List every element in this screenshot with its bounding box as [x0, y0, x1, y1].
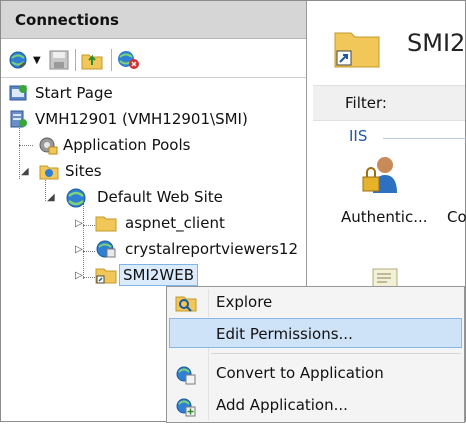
sites-folder-icon [39, 161, 59, 188]
aspnet-client-label: aspnet_client [125, 214, 225, 232]
server-icon [9, 109, 29, 136]
connections-toolbar: ▼ [9, 47, 299, 73]
folder-icon [95, 213, 117, 240]
expand-aspnet-client-icon[interactable]: ▷ [75, 212, 83, 236]
default-web-site-label: Default Web Site [97, 188, 223, 206]
menu-item-explore-label: Explore [216, 293, 273, 311]
iis-manager-window: Connections ▼ Start Page VMH12901 (VMH12… [0, 0, 466, 423]
tree-node-aspnet-client[interactable]: ▷ aspnet_client [75, 211, 275, 235]
tree-node-start-page[interactable]: Start Page [9, 81, 289, 105]
connections-header: Connections [1, 1, 306, 39]
app-pools-icon [37, 135, 59, 162]
expand-crystal-icon[interactable]: ▷ [75, 238, 83, 262]
tree-node-smi2web[interactable]: ▷ SMI2WEB [75, 263, 215, 287]
menu-item-add-application[interactable]: Add Application... [169, 390, 462, 420]
page-title: SMI2 [407, 29, 466, 57]
smi2web-label: SMI2WEB [119, 264, 199, 286]
menu-item-explore[interactable]: Explore [169, 287, 462, 317]
filter-bar: Filter: [313, 85, 465, 121]
tree-node-default-web-site[interactable]: ◢ Default Web Site [47, 185, 287, 209]
context-menu: Explore Edit Permissions... Convert to A… [166, 286, 465, 423]
menu-item-edit-permissions-label: Edit Permissions... [216, 325, 353, 343]
up-folder-icon[interactable] [81, 49, 103, 75]
disconnect-icon[interactable] [117, 49, 141, 75]
connect-icon[interactable] [9, 49, 31, 75]
tree-node-app-pools[interactable]: Application Pools [37, 133, 277, 157]
server-label: VMH12901 (VMH12901\SMI) [35, 110, 248, 128]
crystalreportviewers12-label: crystalreportviewers12 [125, 240, 298, 258]
page-folder-icon [333, 25, 381, 73]
menu-item-add-application-label: Add Application... [216, 396, 348, 414]
menu-item-convert-label: Convert to Application [216, 364, 384, 382]
iis-group-label: IIS [349, 127, 368, 145]
menu-item-edit-permissions[interactable]: Edit Permissions... [169, 318, 462, 348]
virtual-dir-icon [95, 265, 117, 292]
features-header: SMI2 [313, 1, 465, 83]
sites-label: Sites [65, 162, 102, 180]
feature-authentication-label[interactable]: Authentic... [341, 208, 428, 226]
save-icon[interactable] [49, 49, 69, 75]
start-page-icon [9, 83, 29, 110]
filter-label: Filter: [345, 94, 387, 112]
collapse-default-site-icon[interactable]: ◢ [47, 186, 55, 210]
tree-node-crystalreportviewers12[interactable]: ▷ crystalreportviewers12 [75, 237, 305, 261]
tree-node-server[interactable]: VMH12901 (VMH12901\SMI) [5, 107, 295, 131]
expand-smi2web-icon[interactable]: ▷ [75, 264, 83, 288]
add-app-icon [175, 396, 197, 428]
menu-item-convert-to-application[interactable]: Convert to Application [169, 358, 462, 388]
start-page-label: Start Page [35, 84, 113, 102]
application-icon [95, 239, 117, 266]
dropdown-arrow-icon[interactable]: ▼ [33, 55, 41, 66]
app-pools-label: Application Pools [63, 136, 191, 154]
tree-node-sites[interactable]: ◢ Sites [21, 159, 221, 183]
authentication-icon[interactable] [359, 153, 401, 201]
collapse-sites-icon[interactable]: ◢ [21, 160, 29, 184]
feature-partial-label[interactable]: Co [447, 208, 466, 226]
